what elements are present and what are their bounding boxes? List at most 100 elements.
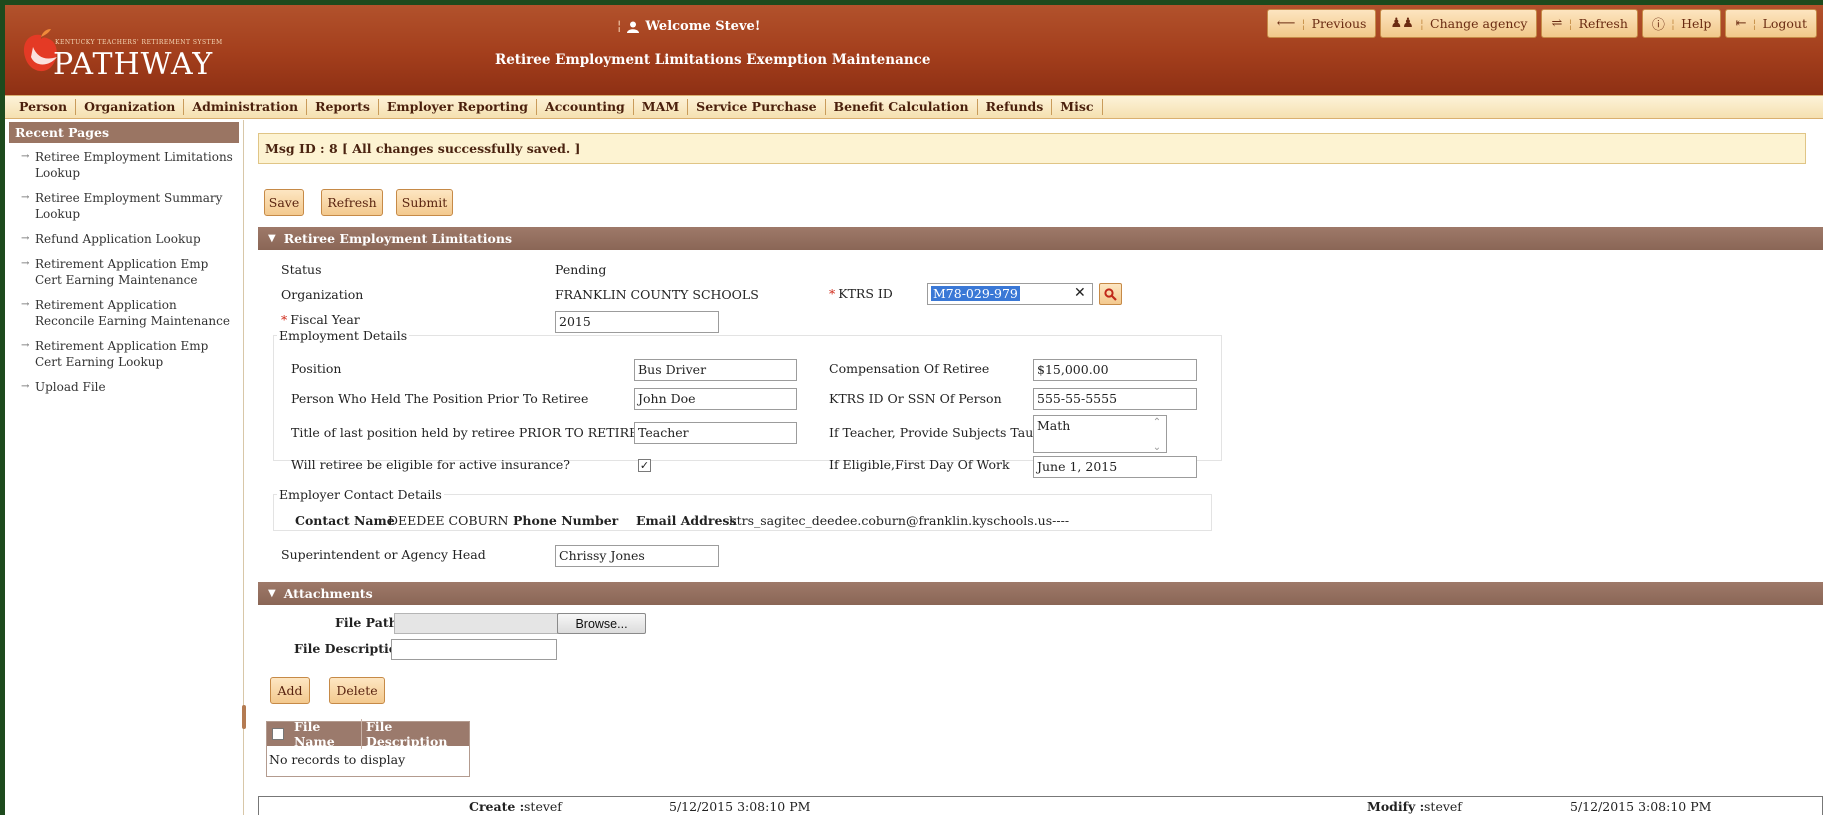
file-description-input[interactable]	[391, 639, 557, 660]
top-toolbar: ⟵ ¦ Previous ♟♟ ¦ Change agency ⇌ ¦ Refresh ⓘ ¦…	[1266, 9, 1817, 38]
recent-page-link[interactable]: Refund Application Lookup	[21, 231, 235, 247]
section-header-attachments[interactable]: ▼ Attachments	[258, 582, 1823, 605]
help-icon: ⓘ	[1651, 18, 1665, 33]
refresh-form-button[interactable]: Refresh	[321, 189, 383, 216]
recent-page-link[interactable]: Retirement Application Emp Cert Earning …	[21, 338, 235, 370]
first-day-label: If Eligible,First Day Of Work	[829, 457, 1010, 472]
ssn-label: KTRS ID Or SSN Of Person	[829, 391, 1002, 406]
prior-holder-input[interactable]: John Doe	[634, 388, 797, 410]
menu-service-purchase[interactable]: Service Purchase	[688, 99, 826, 115]
menu-administration[interactable]: Administration	[184, 99, 308, 115]
chevron-down-icon: ⌄	[1152, 442, 1162, 453]
recent-page-link[interactable]: Retiree Employment Summary Lookup	[21, 190, 235, 222]
section-header-limitations[interactable]: ▼ Retiree Employment Limitations	[258, 227, 1823, 250]
main-content: Msg ID : 8 [ All changes successfully sa…	[254, 120, 1823, 815]
subjects-textarea[interactable]: Math ⌃ ⌄	[1033, 415, 1167, 453]
previous-button[interactable]: ⟵ ¦ Previous	[1266, 9, 1377, 38]
menu-employer-reporting[interactable]: Employer Reporting	[379, 99, 537, 115]
menu-misc[interactable]: Misc	[1052, 99, 1103, 115]
employment-details-legend: Employment Details	[279, 328, 408, 343]
subjects-label: If Teacher, Provide Subjects Taught	[829, 425, 1055, 440]
required-asterisk: *	[829, 286, 836, 301]
user-icon	[627, 21, 640, 33]
file-path-label: File Path	[335, 615, 398, 630]
phone-label: Phone Number	[513, 513, 619, 528]
add-button[interactable]: Add	[270, 677, 310, 704]
recent-page-link[interactable]: Retiree Employment Limitations Lookup	[21, 149, 235, 181]
select-all-checkbox[interactable]	[267, 728, 290, 740]
save-button[interactable]: Save	[264, 189, 304, 216]
browse-button[interactable]: Browse...	[557, 613, 646, 634]
recent-page-link[interactable]: Retirement Application Reconcile Earning…	[21, 297, 235, 329]
compensation-label: Compensation Of Retiree	[829, 361, 990, 376]
organization-value: FRANKLIN COUNTY SCHOOLS	[555, 287, 759, 302]
page-title: Retiree Employment Limitations Exemption…	[495, 52, 931, 68]
clear-icon[interactable]: ✕	[1074, 285, 1086, 301]
sidebar-resize-handle[interactable]	[242, 705, 246, 729]
required-asterisk: *	[281, 312, 288, 327]
create-user: stevef	[524, 799, 562, 814]
welcome-message: ¦ Welcome Steve!	[617, 19, 760, 34]
status-message: Msg ID : 8 [ All changes successfully sa…	[258, 133, 1806, 164]
app-window: KENTUCKY TEACHERS' RETIREMENT SYSTEM PAT…	[5, 5, 1823, 815]
welcome-text: Welcome Steve!	[645, 19, 761, 34]
position-label: Position	[291, 361, 342, 376]
menu-organization[interactable]: Organization	[76, 99, 185, 115]
file-path-input[interactable]	[394, 613, 558, 634]
change-agency-button[interactable]: ♟♟ ¦ Change agency	[1380, 9, 1538, 38]
help-button[interactable]: ⓘ ¦ Help	[1641, 9, 1722, 38]
menu-refunds[interactable]: Refunds	[978, 99, 1053, 115]
compensation-input[interactable]: $15,000.00	[1033, 359, 1197, 381]
ktrs-id-input[interactable]: M78-029-979	[927, 283, 1093, 305]
recent-page-link[interactable]: Retirement Application Emp Cert Earning …	[21, 256, 235, 288]
file-description-label: File Description	[294, 641, 407, 656]
refresh-button[interactable]: ⇌ ¦ Refresh	[1541, 9, 1638, 38]
menu-reports[interactable]: Reports	[307, 99, 379, 115]
refresh-icon: ⇌	[1551, 16, 1563, 31]
recent-page-link[interactable]: Upload File	[21, 379, 235, 395]
position-input[interactable]: Bus Driver	[634, 359, 797, 381]
contact-name-value: DEEDEE COBURN	[388, 513, 509, 528]
employer-contact-legend: Employer Contact Details	[279, 487, 442, 502]
sidebar: Recent Pages Retiree Employment Limitati…	[5, 120, 244, 815]
textarea-scrollbar[interactable]: ⌃ ⌄	[1149, 417, 1165, 453]
menu-benefit-calculation[interactable]: Benefit Calculation	[826, 99, 978, 115]
grid-header: File Name File Description	[267, 719, 469, 749]
ssn-input[interactable]: 555-55-5555	[1033, 388, 1197, 410]
menu-person[interactable]: Person	[11, 99, 77, 115]
create-date: 5/12/2015 3:08:10 PM	[669, 799, 811, 814]
chevron-down-icon: ▼	[268, 588, 276, 599]
chevron-up-icon: ⌃	[1152, 417, 1162, 428]
menu-accounting[interactable]: Accounting	[537, 99, 634, 115]
column-header-file-description[interactable]: File Description	[362, 719, 469, 749]
insurance-checkbox[interactable]: ✓	[638, 459, 651, 472]
separator: ¦	[617, 19, 622, 34]
modify-user: stevef	[1424, 799, 1462, 814]
main-menu: Person Organization Administration Repor…	[5, 95, 1823, 119]
logout-icon: ⇤	[1735, 16, 1747, 31]
create-label: Create :	[469, 799, 525, 814]
fiscal-year-label: * Fiscal Year	[281, 312, 360, 327]
superintendent-input[interactable]: Chrissy Jones	[555, 545, 719, 567]
search-button[interactable]	[1099, 283, 1122, 305]
users-icon: ♟♟	[1390, 16, 1414, 31]
logo-title: PATHWAY	[53, 47, 214, 82]
column-header-file-name[interactable]: File Name	[290, 719, 362, 749]
recent-pages-list: Retiree Employment Limitations Lookup Re…	[5, 143, 243, 395]
superintendent-label: Superintendent or Agency Head	[281, 547, 486, 562]
modify-label: Modify :	[1367, 799, 1425, 814]
prior-holder-label: Person Who Held The Position Prior To Re…	[291, 391, 589, 406]
chevron-down-icon: ▼	[268, 233, 276, 244]
organization-label: Organization	[281, 287, 364, 302]
menu-mam[interactable]: MAM	[634, 99, 689, 115]
pathway-logo[interactable]: KENTUCKY TEACHERS' RETIREMENT SYSTEM PAT…	[13, 23, 243, 83]
submit-button[interactable]: Submit	[396, 189, 453, 216]
attachments-grid: File Name File Description No records to…	[266, 719, 470, 777]
logout-button[interactable]: ⇤ ¦ Logout	[1725, 9, 1817, 38]
last-title-label: Title of last position held by retiree P…	[291, 425, 680, 440]
delete-button[interactable]: Delete	[329, 677, 385, 704]
email-value: ktrs_sagitec_deedee.coburn@franklin.kysc…	[729, 513, 1070, 528]
first-day-input[interactable]: June 1, 2015	[1033, 456, 1197, 478]
last-title-input[interactable]: Teacher	[634, 422, 797, 444]
logo-subtitle: KENTUCKY TEACHERS' RETIREMENT SYSTEM	[55, 39, 223, 46]
